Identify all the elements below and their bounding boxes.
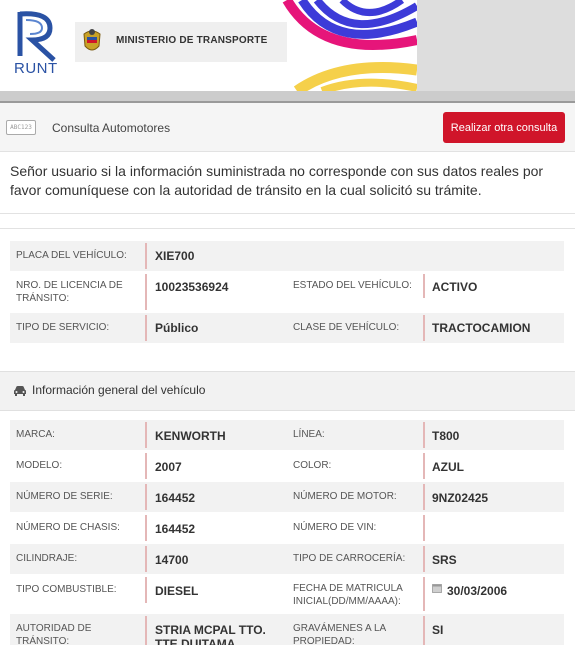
motor-value: 9NZ02425 [432,491,489,505]
info-row: AUTORIDAD DE TRÁNSITO: STRIA MCPAL TTO. … [10,614,564,645]
field-label: LÍNEA: [293,429,325,440]
info-row: CILINDRAJE: 14700 TIPO DE CARROCERÍA: SR… [10,544,564,574]
field-divider [145,422,147,448]
field-label: NRO. DE LICENCIA DE TRÁNSITO: [16,280,123,304]
chasis-value: 164452 [155,522,196,536]
field-divider [423,546,425,572]
field-label: NÚMERO DE VIN: [293,522,377,533]
field-label: AUTORIDAD DE TRÁNSITO: [16,623,92,645]
field-divider [423,422,425,448]
field-label: CLASE DE VEHÍCULO: [293,322,400,333]
field-label: COLOR: [293,460,332,471]
info-row: TIPO COMBUSTIBLE: DIESEL FECHA DE MATRIC… [10,575,564,613]
car-icon [14,386,26,396]
field-label: TIPO DE SERVICIO: [16,322,110,333]
field-divider [145,577,147,603]
modelo-value: 2007 [155,460,182,474]
page-title: Consulta Automotores [52,121,171,135]
servicio-value: Público [155,321,199,335]
summary-row-servicio: TIPO DE SERVICIO: Público CLASE DE VEHÍC… [10,313,564,343]
field-divider [423,453,425,479]
field-divider [423,484,425,510]
field-divider [423,577,425,611]
field-label: PLACA DEL VEHÍCULO: [16,250,127,261]
placa-value: XIE700 [155,249,195,263]
info-row: NÚMERO DE CHASIS: 164452 NÚMERO DE VIN: [10,513,564,543]
field-divider [145,243,147,269]
runt-logo-text: RUNT [14,60,58,77]
linea-value: T800 [432,429,460,443]
new-query-button[interactable]: Realizar otra consulta [443,112,565,143]
field-divider [423,616,425,645]
calendar-icon [432,584,442,593]
field-divider [145,546,147,572]
field-divider [145,484,147,510]
color-value: AZUL [432,460,464,474]
field-label: FECHA DE MATRICULA INICIAL(DD/MM/AAAA): [293,583,403,607]
carroceria-value: SRS [432,553,457,567]
ministry-logo: MINISTERIO DE TRANSPORTE [75,22,287,62]
notice-text: Señor usuario si la información suminist… [10,163,544,198]
field-label: NÚMERO DE MOTOR: [293,491,397,502]
info-row: MARCA: KENWORTH LÍNEA: T800 [10,420,564,450]
info-row: MODELO: 2007 COLOR: AZUL [10,451,564,481]
cilindraje-value: 14700 [155,553,189,567]
section-header: Información general del vehículo [0,371,575,411]
divider [0,228,575,229]
matricula-value: 30/03/2006 [447,584,508,598]
field-divider [423,315,425,341]
field-label: GRAVÁMENES A LA PROPIEDAD: [293,623,386,645]
field-divider [145,315,147,341]
section-title: Información general del vehículo [32,383,206,397]
field-label: TIPO DE CARROCERÍA: [293,553,406,564]
toolbar: ABC123 Consulta Automotores Realizar otr… [0,103,575,152]
field-divider [423,515,425,541]
field-label: ESTADO DEL VEHÍCULO: [293,280,412,291]
field-label: MARCA: [16,429,55,440]
ministry-name: MINISTERIO DE TRANSPORTE [116,35,268,46]
field-label: NÚMERO DE CHASIS: [16,522,120,533]
summary-row-licencia: NRO. DE LICENCIA DE TRÁNSITO: 1002353692… [10,272,564,312]
field-divider [145,453,147,479]
marca-value: KENWORTH [155,429,226,443]
summary-row-placa: PLACA DEL VEHÍCULO: XIE700 [10,241,564,271]
field-divider [423,274,425,298]
field-label: CILINDRAJE: [16,553,78,564]
field-divider [145,616,147,645]
header-banner: RUNT MINISTERIO DE TRANSPORTE [0,0,417,91]
serie-value: 164452 [155,491,196,505]
page-header: RUNT MINISTERIO DE TRANSPORTE [0,0,575,91]
field-divider [145,515,147,541]
field-divider [145,274,147,310]
combustible-value: DIESEL [155,584,199,598]
coat-of-arms-icon [83,29,101,51]
divider [0,213,575,214]
field-label: TIPO COMBUSTIBLE: [16,584,117,595]
license-plate-icon: ABC123 [6,120,36,135]
decorative-swirl [282,0,417,91]
estado-value: ACTIVO [432,280,478,294]
field-label: MODELO: [16,460,63,471]
autoridad-value: STRIA MCPAL TTO. TTE DUITAMA [155,623,266,645]
clase-value: TRACTOCAMION [432,321,531,335]
field-label: NÚMERO DE SERIE: [16,491,113,502]
info-row: NÚMERO DE SERIE: 164452 NÚMERO DE MOTOR:… [10,482,564,512]
licencia-value: 10023536924 [155,280,229,294]
gravamenes-value: SI [432,623,444,637]
